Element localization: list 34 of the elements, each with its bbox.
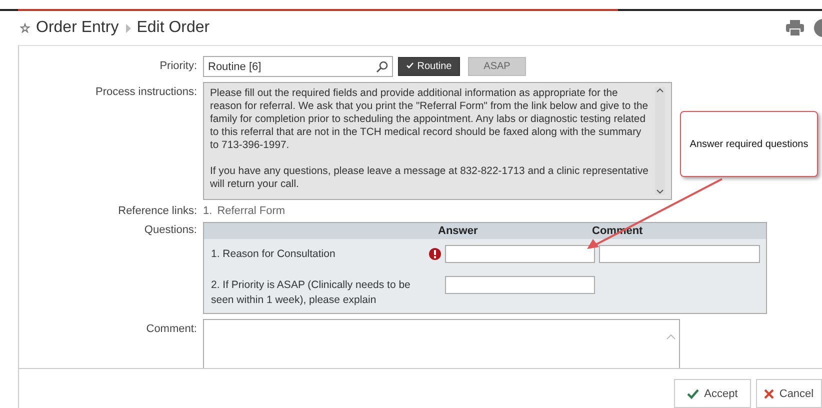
column-header: Answer [438,225,479,237]
comment-field[interactable] [203,319,680,368]
answer-field[interactable] [445,245,595,263]
callout-text: Answer required questions [690,138,808,150]
comment-field[interactable] [599,245,760,263]
page-title: Edit Order [136,19,210,37]
answer-field[interactable] [445,276,595,294]
close-icon [764,388,774,398]
star-icon[interactable] [20,23,30,33]
priority-toggle[interactable]: ASAP [468,57,526,76]
check-icon [687,388,700,398]
scroll-up-icon[interactable] [656,87,664,93]
scroll-down-icon[interactable] [656,189,664,195]
priority-toggle[interactable]: Routine [398,57,460,76]
search-icon [376,60,388,72]
field-label: Comment: [145,322,197,337]
cancel-button[interactable]: Cancel [756,379,822,408]
field-label: Process instructions: [94,85,197,100]
field-label: Reference links: [117,205,197,217]
reference-link[interactable]: Referral Form [217,205,286,217]
error-icon [429,248,441,260]
accept-button[interactable]: Accept [674,379,751,408]
list-number: 1. [203,205,212,217]
print-icon[interactable] [786,20,804,36]
priority-field[interactable]: Routine [6] [203,56,393,77]
field-label: Questions: [143,223,197,238]
check-icon [406,62,414,69]
chevron-right-icon [124,24,131,32]
question-text: 1. Reason for Consultation [211,247,336,262]
instructions-paragraph: If you have any questions, please leave a message at 832-822-1713 and a clinic representative will return your call. [210,165,650,191]
field-label: Priority: [158,59,197,74]
breadcrumb-link[interactable]: Order Entry [36,19,119,37]
question-text: 2. If Priority is ASAP (Clinically needs to be seen within 1 week), please explain [211,278,412,308]
instructions-paragraph: Please fill out the required fields and provide additional information as appropriate for the reason for referral. We ask that you print the "Referral Form" from the link below and give to the family for completion prior to scheduling the appointment. Any labs or diagnostic testing related to this referral that are not in the TCH medical record should be faxed along with the summary to 713-396-1997. [210,87,650,152]
